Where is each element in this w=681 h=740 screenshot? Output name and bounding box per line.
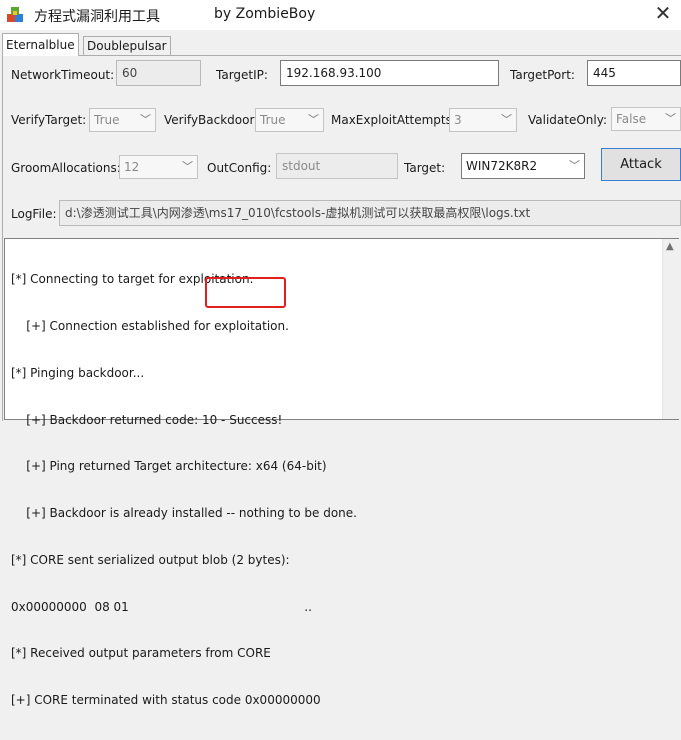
chevron-down-icon: ﹀	[501, 113, 512, 126]
console-line: [*] Connecting to target for exploitatio…	[11, 272, 254, 287]
console-line: [+] CORE terminated with status code 0x0…	[11, 693, 321, 708]
validate-only-value: False	[616, 112, 647, 126]
title-bar: 方程式漏洞利用工具 by ZombieBoy ✕	[0, 0, 681, 30]
out-config-label: OutConfig:	[207, 161, 272, 175]
window-author: by ZombieBoy	[214, 6, 316, 22]
console-line: 0x00000000 08 01 ..	[11, 599, 312, 614]
network-timeout-input[interactable]: 60	[116, 60, 201, 86]
chevron-down-icon: ﹀	[665, 112, 676, 125]
console-line: [+] Connection established for exploitat…	[11, 318, 289, 333]
target-value: WIN72K8R2	[466, 159, 538, 173]
groom-allocations-value: 12	[124, 160, 140, 174]
target-port-label: TargetPort:	[510, 68, 575, 82]
max-exploit-attempts-value: 3	[454, 113, 462, 127]
console-scrollbar[interactable]: ▲	[662, 239, 680, 419]
target-label: Target:	[404, 161, 446, 175]
console-line: [*] Pinging backdoor...	[11, 365, 145, 380]
verify-target-label: VerifyTarget:	[11, 113, 87, 127]
verify-backdoor-select[interactable]: True ﹀	[255, 108, 324, 132]
success-highlight-box	[205, 277, 286, 308]
close-icon[interactable]: ✕	[648, 0, 678, 28]
verify-target-value: True	[94, 113, 120, 127]
console-line: [*] Received output parameters from CORE	[11, 646, 271, 661]
app-icon	[7, 7, 23, 22]
max-exploit-attempts-select[interactable]: 3 ﹀	[449, 108, 517, 132]
tab-doublepulsar[interactable]: Doublepulsar	[83, 36, 171, 56]
verify-backdoor-label: VerifyBackdoor:	[164, 113, 259, 127]
log-file-input[interactable]: d:\渗透测试工具\内网渗透\ms17_010\fcstools-虚拟机测试可以…	[59, 200, 681, 226]
network-timeout-label: NetworkTimeout:	[11, 68, 115, 82]
console-lines: [*] Connecting to target for exploitatio…	[11, 241, 651, 740]
target-select[interactable]: WIN72K8R2 ﹀	[461, 153, 585, 179]
console-line: [+] Ping returned Target architecture: x…	[11, 459, 327, 474]
chevron-down-icon: ﹀	[182, 160, 193, 173]
attack-button[interactable]: Attack	[601, 148, 681, 181]
verify-target-select[interactable]: True ﹀	[89, 108, 156, 132]
out-config-input[interactable]: stdout	[276, 153, 398, 179]
groom-allocations-select[interactable]: 12 ﹀	[119, 155, 198, 179]
window-title: 方程式漏洞利用工具	[34, 9, 160, 25]
chevron-down-icon: ﹀	[140, 113, 151, 126]
tab-eternalblue[interactable]: Eternalblue	[2, 33, 79, 56]
target-ip-label: TargetIP:	[216, 68, 268, 82]
groom-allocations-label: GroomAllocations:	[11, 161, 121, 175]
validate-only-select[interactable]: False ﹀	[611, 107, 681, 131]
log-file-label: LogFile:	[11, 207, 57, 221]
validate-only-label: ValidateOnly:	[528, 113, 608, 127]
console-line: [+] Backdoor is already installed -- not…	[11, 506, 357, 521]
output-console[interactable]: [*] Connecting to target for exploitatio…	[4, 238, 680, 707]
target-port-input[interactable]: 445	[587, 60, 681, 86]
verify-backdoor-value: True	[260, 113, 286, 127]
max-exploit-attempts-label: MaxExploitAttempts:	[331, 113, 456, 127]
target-ip-input[interactable]: 192.168.93.100	[280, 60, 499, 86]
console-line: [+] Backdoor returned code: 10 - Success…	[11, 412, 283, 427]
console-line: [*] CORE sent serialized output blob (2 …	[11, 552, 290, 567]
scroll-up-arrow-icon[interactable]: ▲	[666, 241, 674, 252]
chevron-down-icon: ﹀	[308, 113, 319, 126]
chevron-down-icon: ﹀	[569, 159, 580, 172]
